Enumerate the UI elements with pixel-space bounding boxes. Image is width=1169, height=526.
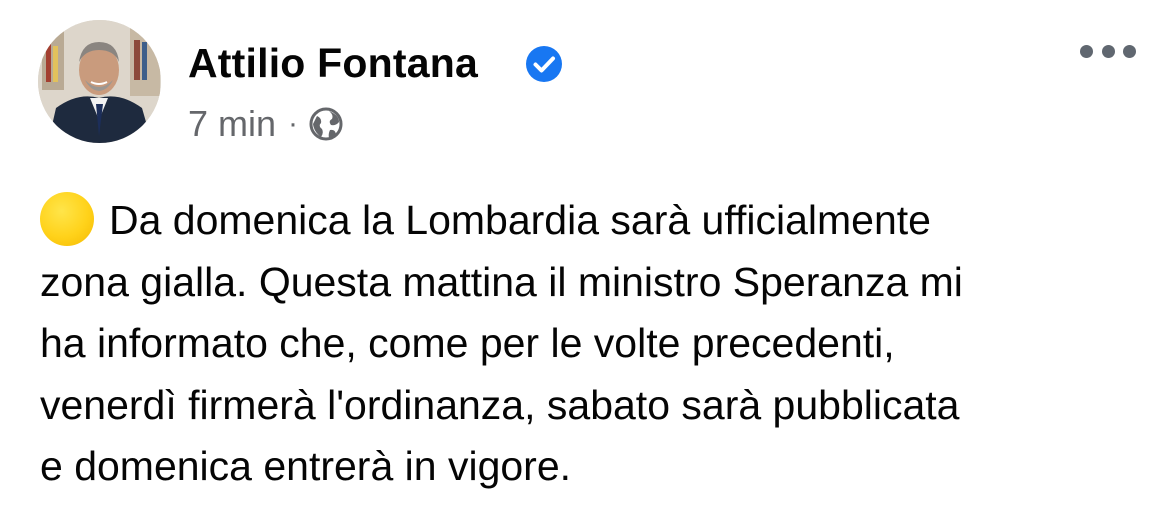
more-dot (1101, 44, 1115, 58)
post-text-line-3: ha informato che, come per le volte prec… (40, 320, 895, 366)
post-text: Da domenica la Lombardia sarà ufficialme… (40, 190, 1150, 498)
post-meta: 7 min · (188, 103, 344, 145)
post-text-line-1: Da domenica la Lombardia sarà ufficialme… (109, 197, 931, 243)
more-dot (1080, 44, 1093, 58)
post-text-line-4: venerdì firmerà l'ordinanza, sabato sarà… (40, 381, 960, 428)
post-text-line: Da domenica la Lombardia sarà ufficialme… (40, 190, 1150, 252)
post-text-line-5: e domenica entrerà in vigore. (40, 443, 572, 489)
yellow-circle-emoji (40, 192, 94, 246)
meta-separator: · (288, 107, 299, 140)
verified-badge-icon (526, 46, 562, 82)
more-dot (1123, 44, 1136, 58)
timestamp[interactable]: 7 min (188, 103, 276, 145)
facebook-post: Attilio Fontana 7 min · Da domenica la L… (0, 0, 1169, 526)
author-name[interactable]: Attilio Fontana (188, 40, 478, 87)
globe-icon[interactable] (308, 106, 344, 142)
more-options-icon[interactable] (1080, 36, 1136, 66)
avatar-image (38, 20, 161, 143)
post-text-line-2: zona gialla. Questa mattina il ministro … (40, 258, 963, 305)
avatar[interactable] (38, 20, 161, 143)
